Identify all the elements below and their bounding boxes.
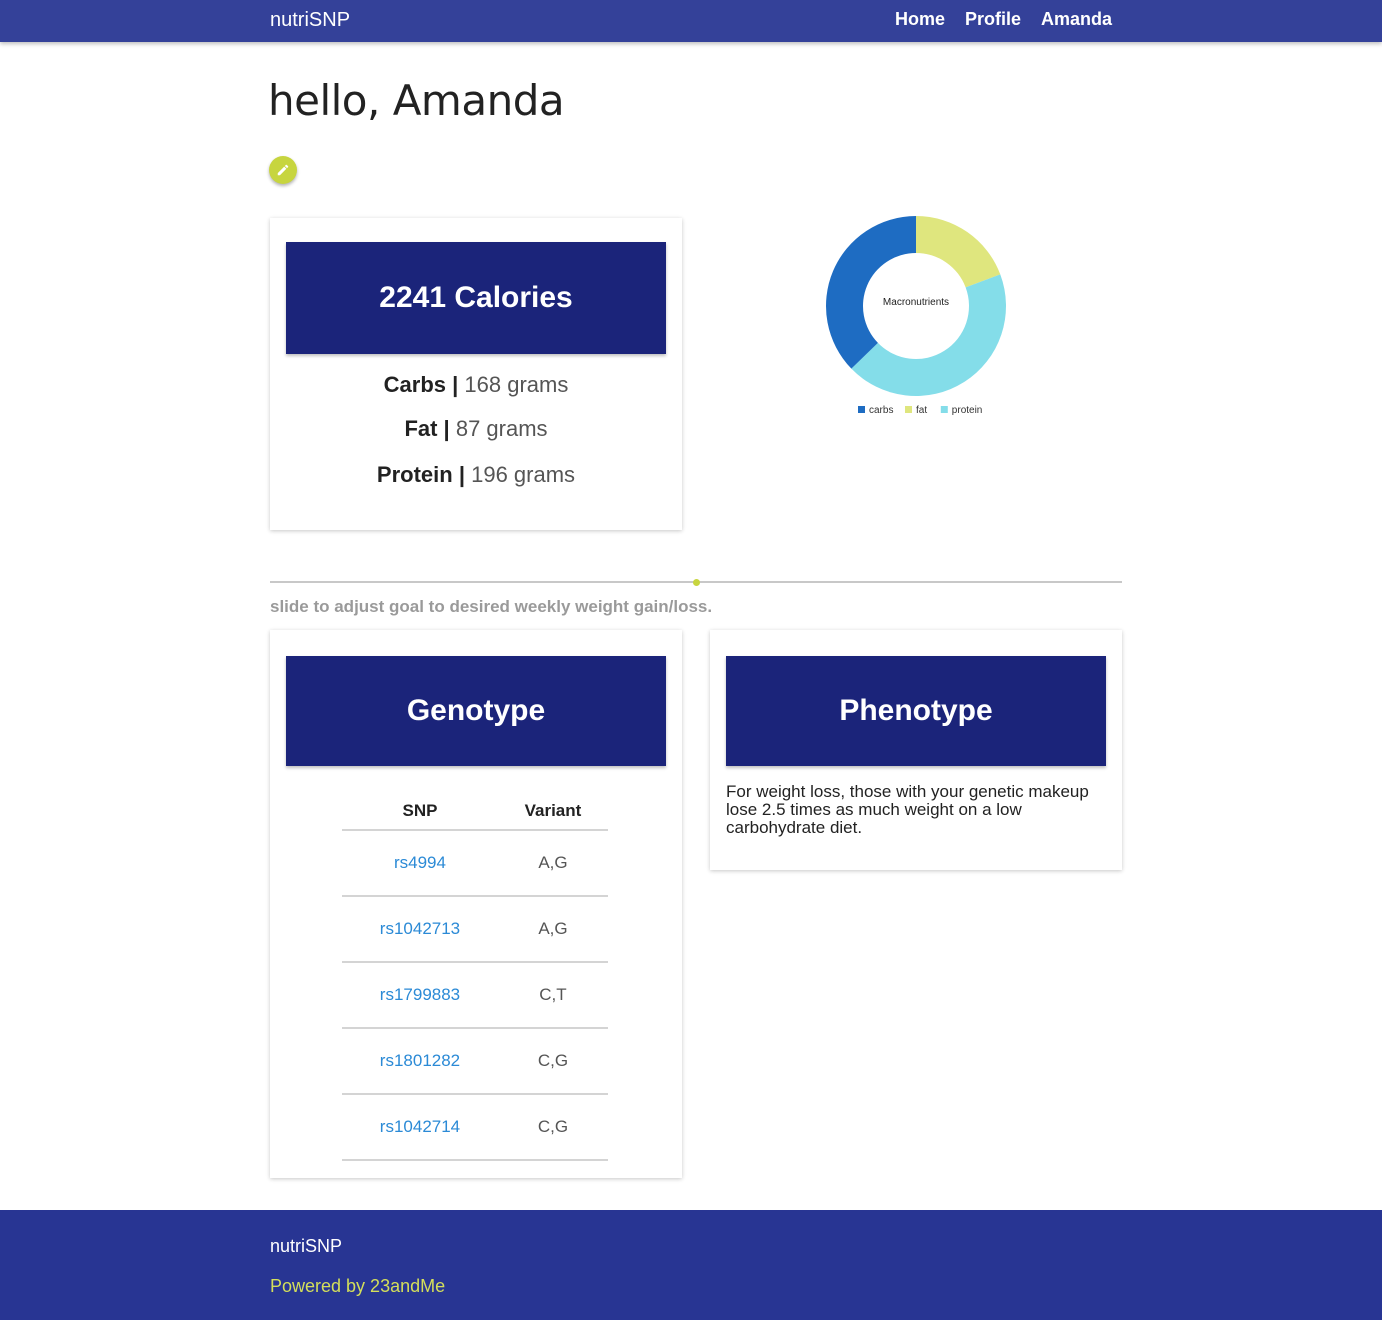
- nav-links: Home Profile Amanda: [895, 9, 1112, 30]
- variant-cell: A,G: [497, 896, 608, 963]
- macro-carbs: Carbs | 168 grams: [270, 372, 682, 398]
- macro-separator: |: [452, 462, 472, 487]
- snp-cell: rs1042713: [342, 896, 498, 963]
- donut-slice-carbs: [826, 216, 916, 369]
- table-row: rs4994 A,G: [342, 830, 608, 897]
- macro-protein: Protein | 196 grams: [270, 462, 682, 488]
- table-row: rs1801282 C,G: [342, 1028, 608, 1095]
- genotype-header: Genotype: [286, 656, 666, 766]
- variant-cell: A,G: [497, 830, 608, 897]
- macro-name: Fat: [404, 416, 438, 441]
- macro-value: 87 grams: [455, 416, 548, 441]
- donut-slice-fat: [916, 216, 1001, 288]
- slider-caption: slide to adjust goal to desired weekly w…: [270, 597, 713, 616]
- snp-link[interactable]: rs1799883: [380, 985, 460, 1004]
- macro-name: Carbs: [383, 372, 446, 397]
- page-title: hello, Amanda: [268, 76, 565, 125]
- top-navbar: nutriSNP Home Profile Amanda: [0, 0, 1382, 42]
- genotype-title: Genotype: [406, 694, 546, 727]
- legend-swatch-carbs: [858, 406, 865, 413]
- snp-cell: rs1799883: [342, 962, 498, 1029]
- macronutrients-chart: Macronutrients carbs fat protein: [820, 210, 1020, 425]
- phenotype-card: Phenotype For weight loss, those with yo…: [710, 630, 1122, 870]
- snp-link[interactable]: rs4994: [394, 853, 446, 872]
- calories-header: 2241 Calories: [286, 242, 666, 354]
- genotype-card: Genotype SNP Variant rs4994 A,G rs104271…: [270, 630, 682, 1178]
- legend-swatch-protein: [940, 406, 948, 413]
- variant-cell: C,T: [497, 962, 608, 1029]
- page-footer: nutriSNP Powered by 23andMe: [0, 1210, 1382, 1320]
- footer-brand: nutriSNP: [270, 1236, 343, 1256]
- table-row: rs1799883 C,T: [342, 962, 608, 1029]
- table-header-row: SNP Variant: [342, 792, 608, 831]
- column-header-variant: Variant: [497, 792, 608, 831]
- macro-separator: |: [446, 372, 465, 397]
- donut-chart-svg: Macronutrients carbs fat protein: [826, 216, 1006, 416]
- macro-fat: Fat | 87 grams: [270, 416, 682, 442]
- snp-link[interactable]: rs1801282: [380, 1051, 460, 1070]
- legend-label-protein: protein: [952, 405, 983, 416]
- macro-name: Protein: [376, 462, 453, 487]
- nav-home-link[interactable]: Home: [895, 9, 945, 30]
- chart-center-label: Macronutrients: [883, 297, 949, 308]
- phenotype-title: Phenotype: [839, 694, 993, 727]
- table-row: rs1042714 C,G: [342, 1094, 608, 1161]
- nav-profile-link[interactable]: Profile: [965, 9, 1021, 30]
- variant-cell: C,G: [497, 1028, 608, 1095]
- macro-value: 196 grams: [471, 462, 576, 487]
- snp-link[interactable]: rs1042714: [380, 1117, 460, 1136]
- legend-label-carbs: carbs: [869, 405, 893, 416]
- macro-value: 168 grams: [464, 372, 569, 397]
- snp-cell: rs4994: [342, 830, 498, 897]
- calories-card: 2241 Calories Carbs | 168 grams Fat | 87…: [270, 218, 682, 530]
- donut-slice-protein: [851, 274, 1006, 396]
- nav-user-link[interactable]: Amanda: [1041, 9, 1112, 30]
- legend-label-fat: fat: [916, 405, 927, 416]
- snp-table: SNP Variant rs4994 A,G rs1042713 A,G rs1…: [342, 792, 608, 1161]
- macro-separator: |: [437, 416, 456, 441]
- calories-title: 2241 Calories: [379, 281, 573, 314]
- table-row: rs1042713 A,G: [342, 896, 608, 963]
- snp-cell: rs1042714: [342, 1094, 498, 1161]
- slider-thumb[interactable]: [693, 579, 700, 586]
- variant-cell: C,G: [497, 1094, 608, 1161]
- phenotype-header: Phenotype: [726, 656, 1106, 766]
- pencil-icon: [277, 164, 289, 176]
- snp-link[interactable]: rs1042713: [380, 919, 460, 938]
- footer-powered-by: Powered by 23andMe: [270, 1276, 446, 1296]
- legend-swatch-fat: [905, 406, 912, 413]
- edit-button[interactable]: [269, 156, 297, 184]
- column-header-snp: SNP: [342, 792, 498, 831]
- snp-cell: rs1801282: [342, 1028, 498, 1095]
- phenotype-description: For weight loss, those with your genetic…: [726, 782, 1089, 837]
- brand-logo[interactable]: nutriSNP: [270, 9, 350, 32]
